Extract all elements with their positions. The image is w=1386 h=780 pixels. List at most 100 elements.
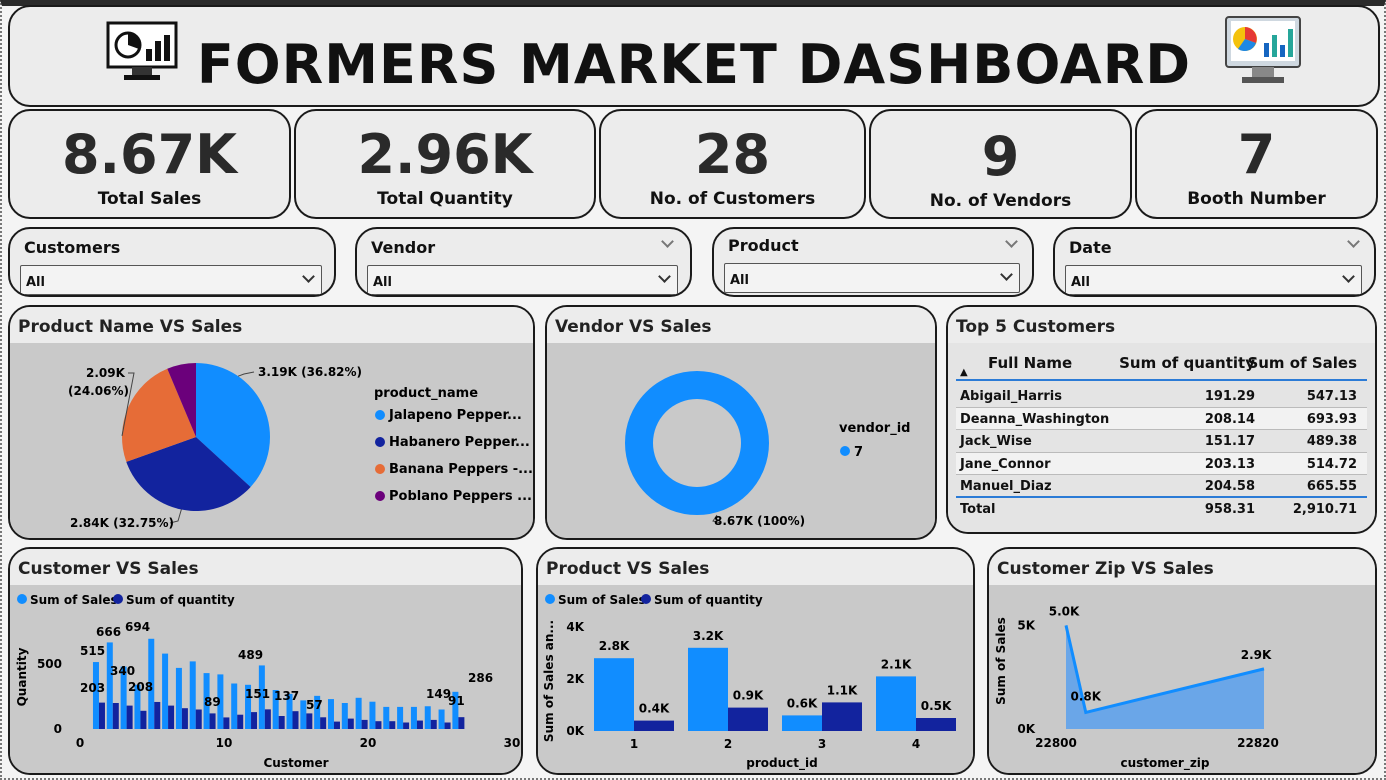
bar-sales xyxy=(162,653,169,729)
legend-marker xyxy=(375,491,385,501)
chevron-down-icon xyxy=(1342,270,1355,283)
table-row[interactable]: Manuel_Diaz 204.58 665.55 xyxy=(956,475,1367,498)
slicer-title: Product xyxy=(728,236,799,255)
donut-slice xyxy=(625,371,769,515)
bar-sales xyxy=(175,667,182,729)
bar-sales xyxy=(383,706,390,729)
x-tick-label: 20 xyxy=(360,736,377,750)
vendor-dropdown[interactable]: All xyxy=(367,265,678,295)
table-row[interactable]: Jane_Connor 203.13 514.72 xyxy=(956,452,1367,475)
data-label: 0.9K xyxy=(733,689,764,703)
data-label: 3.2K xyxy=(693,629,724,643)
column-header[interactable]: Full Name xyxy=(988,354,1072,372)
chevron-down-icon[interactable] xyxy=(1005,235,1018,248)
customers-dropdown[interactable]: All xyxy=(20,265,322,295)
panel-title: Customer Zip VS Sales xyxy=(997,559,1214,579)
legend-item: Sum of quantity xyxy=(654,593,763,607)
chevron-down-icon[interactable] xyxy=(661,235,674,248)
chevron-down-icon xyxy=(302,270,315,283)
x-tick-label: 30 xyxy=(504,736,521,750)
bar-sales xyxy=(594,658,634,731)
data-label: 666 xyxy=(96,625,121,639)
data-label: 489 xyxy=(238,648,263,662)
panel-title: Vendor VS Sales xyxy=(555,317,712,337)
x-tick-label: 1 xyxy=(630,737,638,751)
legend-marker xyxy=(840,446,850,456)
legend-item: Habanero Pepper... xyxy=(389,435,530,450)
data-label: 203 xyxy=(80,681,105,695)
bar-quantity xyxy=(430,719,437,729)
x-axis-label: customer_zip xyxy=(1120,756,1209,771)
bar-quantity xyxy=(458,717,465,729)
chevron-down-icon[interactable] xyxy=(1347,235,1360,248)
column-header[interactable]: Sum of quantity xyxy=(1119,354,1255,372)
bar-quantity xyxy=(403,722,410,729)
table-row[interactable]: Deanna_Washington 208.14 693.93 xyxy=(956,407,1367,430)
data-label: 0.4K xyxy=(639,702,670,716)
data-label: 151 xyxy=(245,687,270,701)
date-dropdown[interactable]: All xyxy=(1065,265,1362,295)
slicer-vendor: Vendor All xyxy=(355,227,692,297)
data-label: 91 xyxy=(448,694,465,708)
kpi-total-sales: 8.67K Total Sales xyxy=(8,109,291,219)
data-label: 340 xyxy=(110,664,135,678)
product-dropdown[interactable]: All xyxy=(724,263,1020,293)
x-tick-label: 3 xyxy=(818,737,826,751)
bar-quantity xyxy=(126,705,133,729)
bar-sales xyxy=(355,697,362,729)
data-label: 2.8K xyxy=(599,639,630,653)
bar-quantity xyxy=(154,701,161,729)
bar-sales xyxy=(424,706,431,729)
bar-quantity xyxy=(389,721,396,729)
kpi-label: Booth Number xyxy=(1187,189,1326,209)
bar-quantity xyxy=(822,702,862,731)
y-tick-label: 0K xyxy=(566,724,584,738)
bar-quantity xyxy=(140,710,147,729)
x-tick-label: 2 xyxy=(724,737,732,751)
data-label: 2.84K (32.75%) xyxy=(70,516,174,530)
table-row[interactable]: Abigail_Harris 191.29 547.13 xyxy=(956,385,1367,408)
x-tick-label: 10 xyxy=(216,736,233,750)
product-pie-chart: 3.19K (36.82%) 2.84K (32.75%) 2.09K (24.06%… xyxy=(68,363,533,530)
table-row[interactable]: Jack_Wise 151.17 489.38 xyxy=(956,430,1367,453)
legend-marker xyxy=(113,594,123,604)
bar-quantity xyxy=(181,708,188,729)
table-total-row: Total 958.31 2,910.71 xyxy=(960,501,1357,517)
bar-quantity xyxy=(195,709,202,729)
y-axis-label: Sum of Sales xyxy=(994,617,1008,705)
kpi-value: 28 xyxy=(694,123,771,186)
y-tick-label: 5K xyxy=(1017,618,1035,632)
product-bar-panel: Product VS Sales Sum of Sales Sum of quan… xyxy=(536,547,975,775)
bar-sales xyxy=(782,715,822,731)
data-label: 0.5K xyxy=(921,699,952,713)
panel-title: Customer VS Sales xyxy=(18,559,199,579)
data-label: 3.19K (36.82%) xyxy=(258,365,362,379)
bar-sales xyxy=(341,703,348,729)
legend-title: product_name xyxy=(374,386,478,401)
legend-marker xyxy=(17,594,27,604)
legend-item: Poblano Peppers ... xyxy=(389,489,532,504)
x-tick-label: 4 xyxy=(912,737,920,751)
table-header: Full Name Sum of quantity Sum of Sales ▲ xyxy=(956,351,1367,381)
kpi-value: 9 xyxy=(981,125,1020,188)
x-axis-label: Customer xyxy=(263,756,328,770)
kpi-label: No. of Customers xyxy=(649,189,816,209)
y-tick-label: 0 xyxy=(54,722,62,736)
slicer-title: Date xyxy=(1069,238,1112,257)
sort-ascending-icon[interactable]: ▲ xyxy=(960,367,968,378)
x-tick-label: 22800 xyxy=(1035,736,1077,750)
customer-bar-chart: Sum of Sales Sum of quantity 515 666 694 340 2… xyxy=(15,593,521,770)
data-label: 137 xyxy=(274,689,299,703)
legend-item: Jalapeno Pepper... xyxy=(388,408,522,423)
top5-table: Full Name Sum of quantity Sum of Sales ▲… xyxy=(956,351,1367,520)
kpi-customers: 28 No. of Customers xyxy=(599,109,866,219)
bar-quantity xyxy=(320,717,327,729)
bar-quantity xyxy=(264,709,271,729)
title-banner: FORMERS MARKET DASHBOARD xyxy=(8,5,1380,107)
bar-quantity xyxy=(375,721,382,729)
column-header[interactable]: Sum of Sales xyxy=(1247,354,1357,372)
dropdown-value: All xyxy=(730,273,749,288)
data-label: 2.9K xyxy=(1241,648,1272,662)
kpi-value: 2.96K xyxy=(357,123,533,186)
legend-item: Banana Peppers -... xyxy=(389,462,533,477)
